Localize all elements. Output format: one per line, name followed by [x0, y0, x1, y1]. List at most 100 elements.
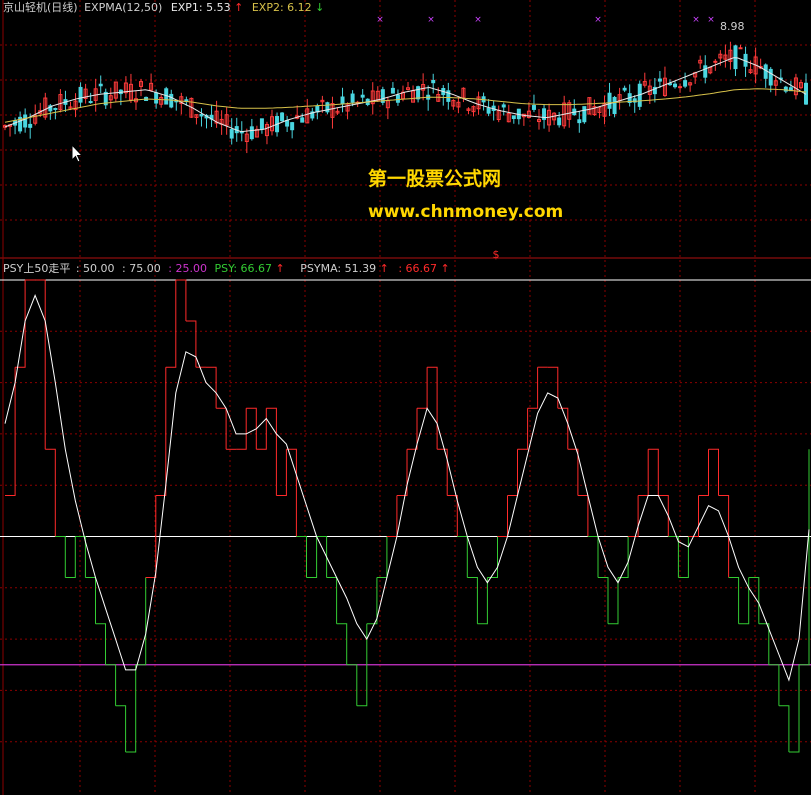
psy-segment	[155, 367, 167, 496]
extra-arrow-icon: ↑	[440, 262, 450, 275]
watermark-url: www.chnmoney.com	[368, 202, 564, 222]
psy-segment	[487, 536, 498, 578]
candle-body	[199, 113, 204, 117]
candle-body	[501, 104, 506, 108]
psy-segment	[376, 536, 388, 578]
exp2-label: EXP2: 6.12	[251, 1, 312, 14]
psy-segment	[55, 536, 66, 578]
psy-segment	[115, 705, 127, 752]
candle-body	[300, 117, 305, 123]
candle-body	[486, 107, 491, 114]
psy-segment	[386, 495, 398, 537]
psy-segment	[236, 408, 247, 450]
candle-body	[657, 78, 662, 82]
psy-segment	[437, 448, 448, 496]
signal-marker-icon: ×	[692, 15, 700, 25]
candle-body	[577, 119, 582, 124]
signal-marker-icon: ×	[474, 15, 482, 25]
signal-marker-icon: ×	[427, 15, 435, 25]
candle-body	[416, 86, 421, 100]
psy-segment	[65, 536, 76, 578]
psy-segment	[608, 577, 619, 625]
candle-body	[713, 60, 718, 63]
psy-segment	[336, 623, 348, 665]
signal-marker-icon: ×	[376, 15, 384, 25]
psyma-line	[4, 294, 810, 682]
psy-segment	[276, 449, 287, 496]
psy-segment	[467, 577, 478, 624]
candle-body	[557, 117, 562, 126]
candle-body	[531, 105, 536, 110]
candle-body	[431, 79, 436, 84]
psy-segment	[648, 448, 659, 496]
psy-segment	[165, 280, 177, 368]
psy-segment	[125, 664, 137, 753]
candle-body	[763, 64, 768, 79]
psy-segment	[698, 449, 709, 496]
chart-canvas: $ × × × × × ×	[0, 0, 811, 795]
psy-segment	[175, 279, 187, 321]
psy-segment	[216, 407, 227, 450]
candle-body	[23, 114, 28, 128]
psy-segment	[788, 664, 800, 753]
psy-segment	[497, 495, 508, 537]
psy-segment	[799, 449, 810, 666]
expma-indicator-label: EXPMA(12,50)	[84, 1, 163, 14]
divider-marker-icon: $	[493, 248, 500, 261]
psy-segment	[35, 279, 46, 450]
level-25-label: : 25.00	[168, 262, 207, 275]
psyma-value-label: PSYMA: 51.39	[300, 262, 377, 275]
psy-segment	[447, 495, 458, 537]
level-50-label: : 50.00	[75, 262, 115, 275]
psy-segment	[728, 577, 740, 624]
candlestick-series	[3, 41, 808, 154]
exp2-line	[4, 88, 807, 123]
candle-body	[290, 122, 295, 131]
psy-segment	[256, 408, 267, 450]
candle-body	[678, 86, 683, 89]
psy-segment	[768, 664, 780, 706]
psy-segment	[417, 367, 428, 409]
grid-lines: $	[0, 0, 811, 795]
psy-segment	[598, 577, 609, 624]
psy-segment	[366, 577, 378, 625]
candle-body	[673, 83, 678, 88]
candle-body	[259, 118, 264, 130]
psy-indicator-name: PSY上50走平	[3, 262, 71, 275]
psy-segment	[517, 408, 529, 450]
mouse-cursor-icon	[71, 144, 83, 163]
psy-lines	[0, 279, 811, 753]
psy-segment	[326, 577, 338, 624]
signal-marker-icon: ×	[707, 15, 715, 25]
candle-body	[350, 93, 355, 103]
psy-segment	[95, 623, 106, 665]
exp1-label: EXP1: 5.53	[170, 1, 231, 14]
psy-segment	[547, 366, 559, 409]
candle-body	[88, 101, 93, 104]
psy-segment	[316, 536, 328, 578]
psy-segment	[346, 664, 358, 706]
candle-body	[249, 126, 254, 140]
psy-segment	[306, 536, 318, 578]
candle-body	[280, 112, 285, 122]
candle-body	[285, 120, 290, 127]
psy-segment	[407, 408, 418, 450]
candle-body	[738, 47, 743, 50]
candle-body	[360, 94, 365, 98]
psy-segment	[85, 577, 96, 624]
psy-segment	[708, 448, 719, 496]
psy-segment	[577, 495, 589, 537]
exp1-arrow-icon: ↑	[234, 1, 244, 14]
psy-segment	[527, 367, 539, 409]
candle-body	[395, 94, 400, 103]
psy-segment	[45, 448, 56, 537]
psy-segment	[587, 536, 599, 578]
candle-body	[768, 68, 773, 86]
psy-segment	[668, 536, 679, 578]
stock-name-label: 京山轻机(日线)	[3, 1, 78, 14]
candle-body	[53, 107, 58, 110]
candle-body	[78, 86, 83, 103]
level-75-label: : 75.00	[122, 262, 161, 275]
psy-segment	[457, 536, 468, 578]
candle-body	[582, 106, 587, 123]
